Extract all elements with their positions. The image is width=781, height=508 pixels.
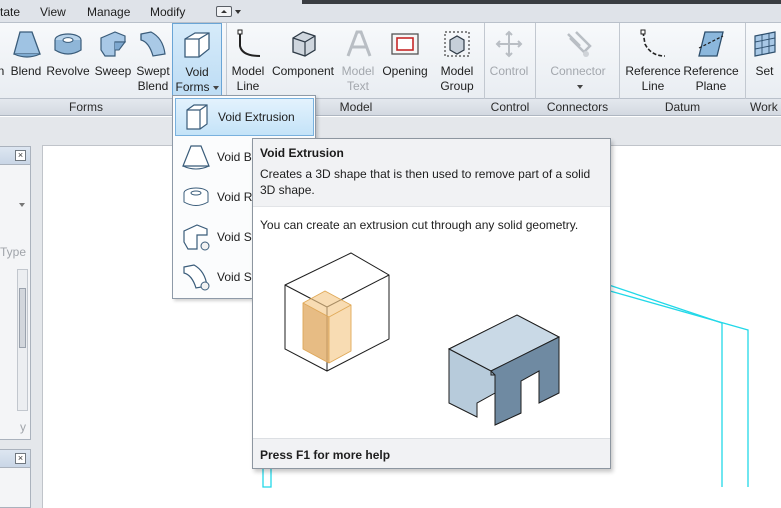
chevron-down-icon[interactable] [19, 203, 25, 207]
void-blend-label: Void Bl [217, 150, 255, 164]
connector-button[interactable]: Connector [540, 23, 616, 99]
chevron-down-icon [235, 9, 241, 14]
sweep-button-label: Sweep [94, 64, 132, 78]
extrusion-button-label: n [0, 64, 5, 78]
control-button-label: Control [489, 64, 529, 78]
model-text-button[interactable]: Model Text [336, 23, 380, 99]
dropdown-arrow-icon [212, 85, 219, 90]
opening-button-label: Opening [382, 64, 428, 78]
void-blend-icon [179, 140, 213, 174]
swept-blend-icon [136, 27, 170, 61]
swept-blend-button-label: Swept Blend [136, 64, 170, 93]
reference-line-icon [636, 27, 670, 61]
pane-scrollbar[interactable] [17, 269, 28, 411]
close-icon[interactable]: × [15, 453, 26, 464]
blend-icon [9, 27, 43, 61]
reference-plane-button[interactable]: Reference Plane [682, 23, 740, 99]
model-text-icon [341, 27, 375, 61]
close-icon[interactable]: × [15, 150, 26, 161]
model-line-button-label: Model Line [231, 64, 265, 93]
panel-title-connectors[interactable]: Connectors [536, 100, 619, 115]
reference-line-button-label: Reference Line [625, 64, 681, 93]
blend-button[interactable]: Blend [8, 23, 44, 99]
blend-button-label: Blend [10, 64, 42, 78]
void-swept-blend-icon [179, 260, 213, 294]
ribbon-minimize-button[interactable] [216, 6, 244, 17]
ribbon: n Blend Revolve Sweep Swept Blend Void F… [0, 23, 781, 99]
reference-line-button[interactable]: Reference Line [624, 23, 682, 99]
void-extrusion-illustration [284, 252, 561, 426]
set-button-label: Set [755, 64, 774, 78]
model-line-icon [231, 27, 265, 61]
panel-title-control[interactable]: Control [485, 100, 535, 115]
scrollbar-thumb[interactable] [19, 288, 26, 348]
extrusion-button[interactable]: n [0, 23, 8, 99]
revolve-button-label: Revolve [46, 64, 90, 78]
menu-item-view[interactable]: View [40, 5, 66, 19]
revolve-button[interactable]: Revolve [45, 23, 91, 99]
tooltip-description: Creates a 3D shape that is then used to … [260, 167, 591, 197]
filter-label: y [20, 420, 26, 434]
void-extrusion-label: Void Extrusion [218, 110, 295, 124]
panel-title-datum[interactable]: Datum [620, 100, 745, 115]
revolve-icon [51, 27, 85, 61]
sweep-button[interactable]: Sweep [92, 23, 134, 99]
project-browser-pane[interactable]: × [0, 449, 31, 508]
component-button-label: Component [271, 64, 335, 78]
model-text-button-label: Model Text [341, 64, 375, 93]
tooltip-body: You can create an extrusion cut through … [260, 218, 579, 232]
set-work-plane-icon [748, 27, 781, 61]
swept-blend-button[interactable]: Swept Blend [134, 23, 172, 99]
model-line-button[interactable]: Model Line [226, 23, 270, 99]
panel-title-forms[interactable]: Forms [0, 100, 172, 115]
properties-pane[interactable]: × Type y [0, 146, 31, 440]
title-strip [302, 0, 781, 4]
menu-item-manage[interactable]: Manage [87, 5, 130, 19]
reference-plane-button-label: Reference Plane [683, 64, 739, 93]
menu-bar: tate View Manage Modify [0, 0, 781, 23]
minimize-icon [216, 6, 232, 17]
void-forms-button-label: Void Forms [176, 65, 219, 95]
model-group-button-label: Model Group [440, 64, 474, 93]
component-button[interactable]: Component [270, 23, 336, 99]
void-extrusion-icon [180, 100, 214, 134]
sweep-icon [96, 27, 130, 61]
panel-title-work-plane[interactable]: Work [750, 100, 781, 115]
dropdown-arrow-icon [576, 84, 583, 89]
connector-text: Connector [550, 64, 606, 78]
component-icon [286, 27, 320, 61]
control-button[interactable]: Control [486, 23, 532, 99]
void-extrusion-tooltip: Void Extrusion Creates a 3D shape that i… [252, 138, 611, 469]
pane-header: × [0, 450, 30, 468]
model-group-button[interactable]: Model Group [432, 23, 482, 99]
reference-plane-icon [694, 27, 728, 61]
void-extrusion-item[interactable]: Void Extrusion [175, 98, 314, 136]
panel-title-model[interactable]: Model [316, 100, 396, 115]
void-revolve-icon [179, 180, 213, 214]
void-forms-text: Void Forms [175, 65, 210, 94]
set-button[interactable]: Set [748, 23, 781, 99]
tooltip-footer-help: Press F1 for more help [253, 438, 610, 468]
void-forms-button[interactable]: Void Forms [172, 23, 222, 99]
tooltip-header: Void Extrusion Creates a 3D shape that i… [253, 139, 610, 207]
menu-item-modify[interactable]: Modify [150, 5, 185, 19]
control-icon [492, 27, 526, 61]
opening-button[interactable]: Opening [380, 23, 430, 99]
opening-icon [388, 27, 422, 61]
connector-icon [561, 27, 595, 61]
model-group-icon [440, 27, 474, 61]
connector-button-label: Connector [550, 64, 606, 94]
void-forms-icon [180, 28, 214, 62]
menu-item-create[interactable]: tate [0, 5, 20, 19]
void-sweep-icon [179, 220, 213, 254]
type-selector-label: Type [0, 245, 26, 259]
tooltip-title: Void Extrusion [260, 146, 344, 160]
pane-header: × [0, 147, 30, 165]
ribbon-panel-titles: Forms Model Control Connectors Datum Wor… [0, 99, 781, 116]
